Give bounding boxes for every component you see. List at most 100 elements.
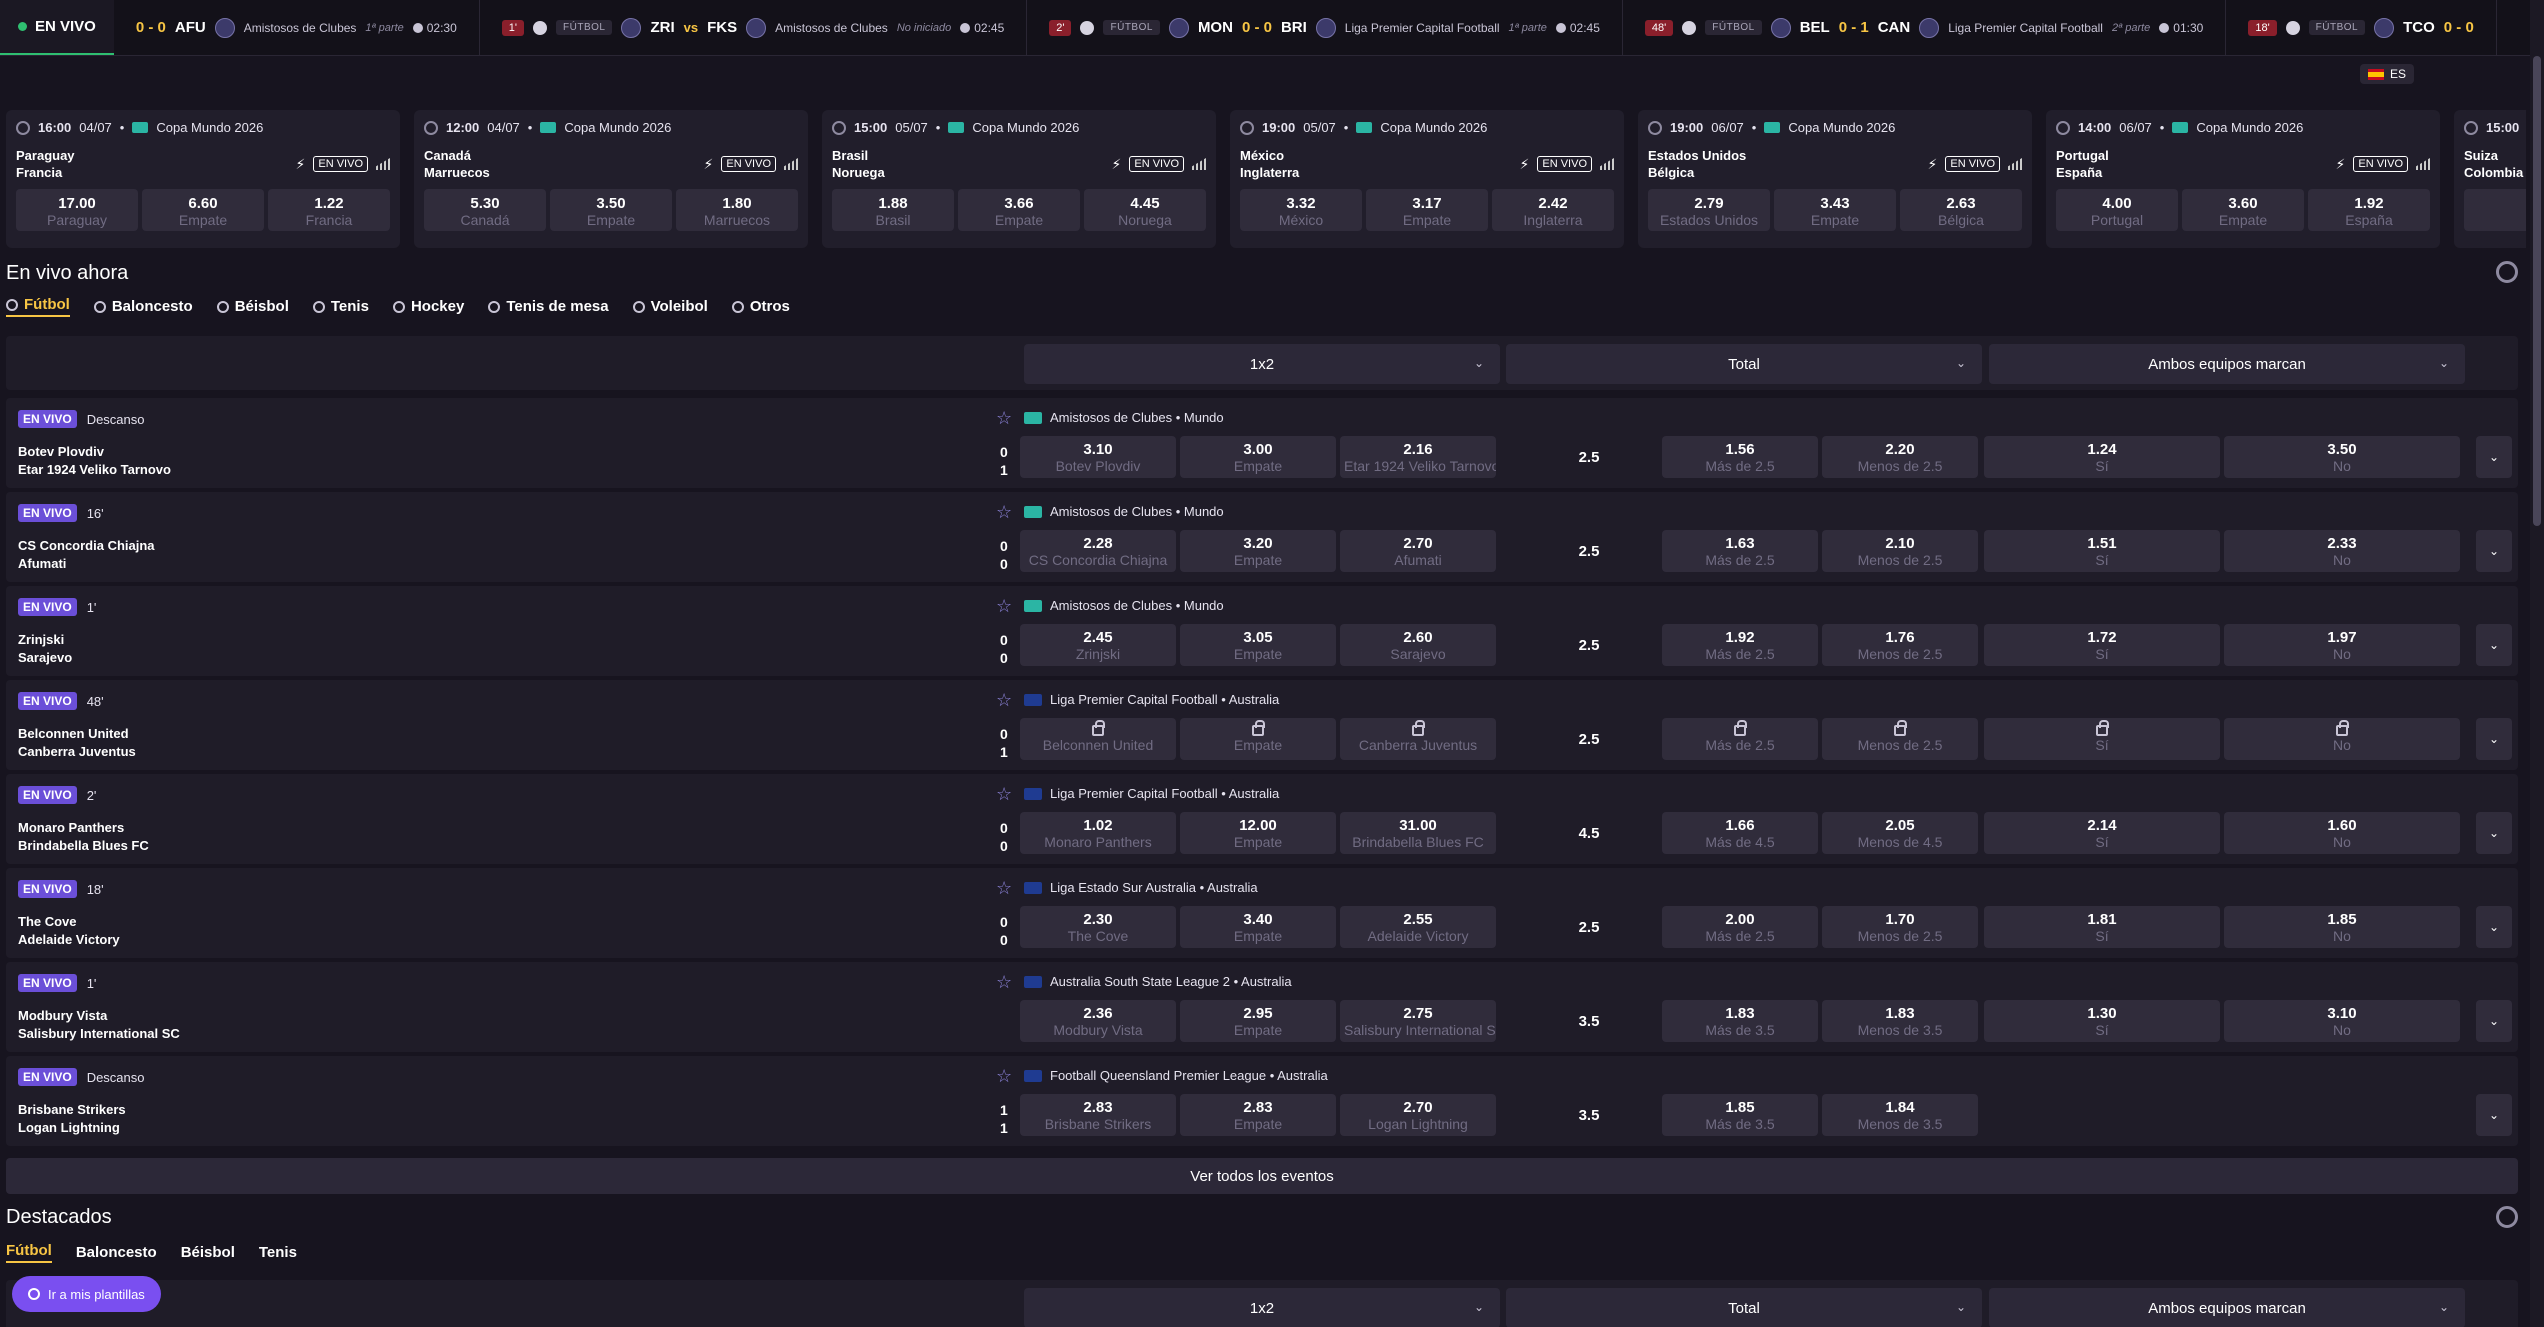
home-team-name[interactable]: Modbury Vista [18, 1008, 107, 1023]
odds-button[interactable]: 1.88 Brasil [832, 189, 954, 231]
odds-button[interactable]: 2.42 Inglaterra [1492, 189, 1614, 231]
market-1x2-dropdown[interactable]: 1x2 ⌄ [1024, 344, 1500, 384]
expand-row-button[interactable]: ⌄ [2476, 530, 2512, 572]
odds-button[interactable]: 5.30 Canadá [424, 189, 546, 231]
stats-icon[interactable] [784, 158, 798, 170]
odds-button[interactable]: 3.40 Empate [1180, 906, 1336, 948]
odds-button[interactable]: 2.70 Logan Lightning [1340, 1094, 1496, 1136]
odds-button[interactable]: 1.72 Sí [1984, 624, 2220, 666]
odds-button[interactable]: 2.60 Sarajevo [1340, 624, 1496, 666]
odds-button[interactable]: 1.92 España [2308, 189, 2430, 231]
tab-fútbol[interactable]: Fútbol [6, 1242, 52, 1263]
tab-béisbol[interactable]: Béisbol [216, 298, 289, 315]
odds-button[interactable]: 2.79 Estados Unidos [1648, 189, 1770, 231]
odds-button[interactable]: 1.76 Menos de 2.5 [1822, 624, 1978, 666]
tab-tenis-de-mesa[interactable]: Tenis de mesa [488, 298, 609, 315]
odds-button[interactable]: 4.00 Portugal [2056, 189, 2178, 231]
odds-button[interactable]: 3.17 Empate [1366, 189, 1488, 231]
odds-button[interactable]: 1.70 Menos de 2.5 [1822, 906, 1978, 948]
favorite-star-icon[interactable]: ☆ [996, 972, 1012, 993]
away-team-name[interactable]: Etar 1924 Veliko Tarnovo [18, 462, 171, 477]
odds-button[interactable]: 1.63 Más de 2.5 [1662, 530, 1818, 572]
odds-button[interactable]: 2.33 No [2224, 530, 2460, 572]
scrollbar-thumb[interactable] [2533, 56, 2541, 526]
odds-button[interactable]: 1.56 Más de 2.5 [1662, 436, 1818, 478]
odds-button[interactable]: 3.10 No [2224, 1000, 2460, 1042]
odds-button[interactable]: 2.55 Adelaide Victory [1340, 906, 1496, 948]
home-team-name[interactable]: Brisbane Strikers [18, 1102, 126, 1117]
featured-match-card[interactable]: 19:00 05/07 • Copa Mundo 2026 México Inglater… [1230, 110, 1624, 248]
odds-button[interactable]: 1.84 Menos de 3.5 [1822, 1094, 1978, 1136]
odds-button[interactable]: 2.63 Bélgica [1900, 189, 2022, 231]
odds-button[interactable]: 6.60 Empate [142, 189, 264, 231]
home-team-name[interactable]: The Cove [18, 914, 77, 929]
stats-icon[interactable] [376, 158, 390, 170]
expand-row-button[interactable]: ⌄ [2476, 1094, 2512, 1136]
settings-icon[interactable] [2496, 261, 2518, 283]
home-team-name[interactable]: Zrinjski [18, 632, 64, 647]
odds-button[interactable]: 3.32 México [1240, 189, 1362, 231]
home-team-name[interactable]: Belconnen United [18, 726, 129, 741]
expand-row-button[interactable]: ⌄ [2476, 718, 2512, 760]
stats-icon[interactable] [2008, 158, 2022, 170]
away-team-name[interactable]: Sarajevo [18, 650, 72, 665]
ticker-match[interactable]: 18' FÚTBOL TCO 0 - 0 [2226, 0, 2497, 55]
favorite-star-icon[interactable]: ☆ [996, 690, 1012, 711]
odds-button[interactable]: 2.70 Afumati [1340, 530, 1496, 572]
odds-button[interactable]: 2.83 Brisbane Strikers [1020, 1094, 1176, 1136]
tab-baloncesto[interactable]: Baloncesto [93, 298, 193, 315]
odds-button[interactable]: 3.66 Empate [958, 189, 1080, 231]
odds-button[interactable]: 2.10 Menos de 2.5 [1822, 530, 1978, 572]
ticker-match[interactable]: 48' FÚTBOL BEL 0 - 1 CAN Liga Premier Capital… [1623, 0, 2227, 55]
expand-row-button[interactable]: ⌄ [2476, 812, 2512, 854]
away-team-name[interactable]: Logan Lightning [18, 1120, 120, 1135]
tab-baloncesto[interactable]: Baloncesto [76, 1244, 157, 1261]
home-team-name[interactable]: CS Concordia Chiajna [18, 538, 155, 553]
odds-button[interactable]: 31.00 Brindabella Blues FC [1340, 812, 1496, 854]
odds-button[interactable]: 12.00 Empate [1180, 812, 1336, 854]
odds-button[interactable]: 2.83 Empate [1180, 1094, 1336, 1136]
go-to-templates-button[interactable]: Ir a mis plantillas [12, 1276, 161, 1312]
home-team-name[interactable]: Monaro Panthers [18, 820, 124, 835]
favorite-star-icon[interactable]: ☆ [996, 784, 1012, 805]
favorite-star-icon[interactable]: ☆ [996, 596, 1012, 617]
odds-button[interactable]: Canberra Juventus [1340, 718, 1496, 760]
lightning-icon[interactable]: ⚡ [704, 156, 714, 173]
lightning-icon[interactable]: ⚡ [1520, 156, 1530, 173]
match-row[interactable]: EN VIVO 18' The Cove Adelaide Victory 0 0 ☆ Lig… [6, 868, 2518, 958]
settings-icon[interactable] [2496, 1206, 2518, 1228]
odds-button[interactable]: 1.83 Más de 3.5 [1662, 1000, 1818, 1042]
featured-match-card[interactable]: 15:00 Suiza Colombia 3 [2454, 110, 2526, 248]
odds-button[interactable]: 3.10 Botev Plovdiv [1020, 436, 1176, 478]
featured-match-card[interactable]: 14:00 06/07 • Copa Mundo 2026 Portugal España… [2046, 110, 2440, 248]
featured-market-1x2-dropdown[interactable]: 1x2 ⌄ [1024, 1288, 1500, 1327]
odds-button[interactable]: 1.85 No [2224, 906, 2460, 948]
expand-row-button[interactable]: ⌄ [2476, 436, 2512, 478]
odds-button[interactable]: 2.95 Empate [1180, 1000, 1336, 1042]
odds-button[interactable]: 2.28 CS Concordia Chiajna [1020, 530, 1176, 572]
odds-button[interactable]: 2.30 The Cove [1020, 906, 1176, 948]
tab-otros[interactable]: Otros [731, 298, 790, 315]
tab-tenis[interactable]: Tenis [312, 298, 369, 315]
match-row[interactable]: EN VIVO Descanso Botev Plovdiv Etar 1924 Ve… [6, 398, 2518, 488]
odds-button[interactable]: 1.92 Más de 2.5 [1662, 624, 1818, 666]
odds-button[interactable]: 1.60 No [2224, 812, 2460, 854]
ticker-match[interactable]: 1' FÚTBOL ZRI vs FKS Amistosos de Clubes No in… [480, 0, 1028, 55]
live-tab[interactable]: EN VIVO [0, 0, 114, 55]
odds-button[interactable]: No [2224, 718, 2460, 760]
view-all-events-button[interactable]: Ver todos los eventos [6, 1158, 2518, 1194]
featured-market-total-dropdown[interactable]: Total ⌄ [1506, 1288, 1982, 1327]
odds-button[interactable]: 1.02 Monaro Panthers [1020, 812, 1176, 854]
odds-button[interactable]: 2.36 Modbury Vista [1020, 1000, 1176, 1042]
odds-button[interactable]: 3.50 No [2224, 436, 2460, 478]
expand-row-button[interactable]: ⌄ [2476, 1000, 2512, 1042]
odds-button[interactable]: 3.43 Empate [1774, 189, 1896, 231]
odds-button[interactable]: 3.20 Empate [1180, 530, 1336, 572]
odds-button[interactable]: 1.97 No [2224, 624, 2460, 666]
expand-row-button[interactable]: ⌄ [2476, 906, 2512, 948]
tab-béisbol[interactable]: Béisbol [181, 1244, 235, 1261]
odds-button[interactable]: 2.20 Menos de 2.5 [1822, 436, 1978, 478]
odds-button[interactable]: 3.60 Empate [2182, 189, 2304, 231]
odds-button[interactable]: 3.00 Empate [1180, 436, 1336, 478]
featured-match-card[interactable]: 16:00 04/07 • Copa Mundo 2026 Paraguay Franci… [6, 110, 400, 248]
